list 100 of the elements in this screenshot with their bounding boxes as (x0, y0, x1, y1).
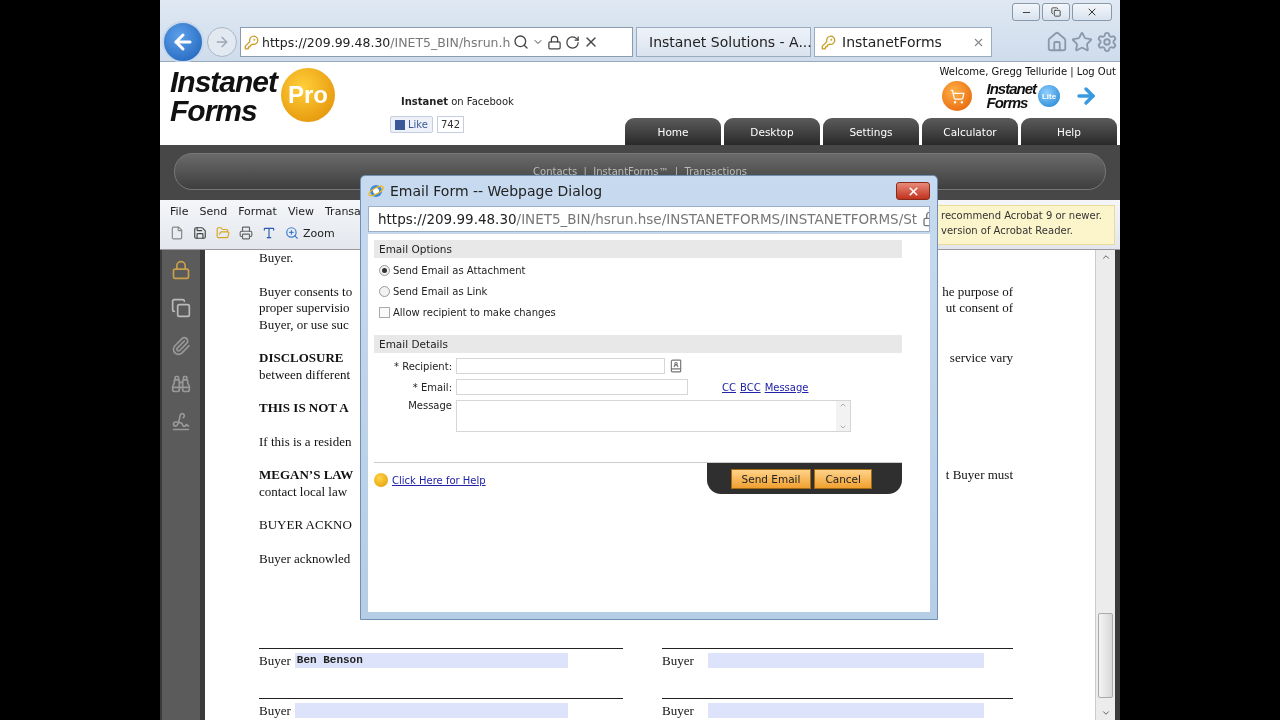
scroll-thumb[interactable] (1098, 613, 1113, 698)
like-button[interactable]: Like (390, 116, 433, 133)
email-link[interactable]: BCC (739, 381, 761, 393)
document-text: between different (259, 366, 351, 383)
radio-button[interactable] (379, 286, 390, 297)
save-icon[interactable] (193, 226, 207, 240)
email-link[interactable]: Message (764, 381, 809, 393)
radio-button[interactable] (379, 265, 390, 276)
section-heading: Email Options (374, 240, 902, 258)
nav-tab[interactable]: Help (1021, 118, 1117, 145)
search-icon[interactable] (513, 34, 530, 50)
like-count: 742 (436, 116, 465, 133)
browser-icon (368, 183, 384, 199)
star-icon[interactable] (1071, 31, 1093, 53)
option-label: Send Email as Attachment (393, 265, 526, 276)
email-link[interactable]: CC (722, 381, 736, 393)
nav-tab[interactable]: Home (625, 118, 721, 145)
checkbox[interactable] (379, 307, 390, 318)
forward-button[interactable] (207, 27, 237, 57)
nav-tab[interactable]: Settings (823, 118, 919, 145)
new-file-icon[interactable] (170, 226, 184, 240)
signature-label: Buyer (662, 703, 694, 716)
lock-icon[interactable] (171, 260, 191, 280)
signature-label: Buyer (259, 653, 291, 666)
document-text: THIS IS NOT A (259, 400, 349, 417)
help-icon (374, 473, 388, 487)
signature-field[interactable] (707, 653, 984, 668)
back-button[interactable] (162, 21, 204, 63)
home-icon[interactable] (1046, 31, 1068, 53)
signature-label: Buyer (259, 703, 291, 716)
facebook-icon (395, 119, 405, 130)
paperclip-icon[interactable] (171, 336, 191, 356)
minimize-button[interactable] (1012, 3, 1040, 21)
document-text: DISCLOSURE (259, 350, 344, 367)
section-heading: Email Details (374, 335, 902, 353)
signature-field[interactable]: Ben Benson (294, 653, 568, 668)
folder-icon[interactable] (216, 226, 230, 240)
print-icon[interactable] (239, 226, 253, 240)
document-text: Buyer, or use suc (259, 316, 349, 333)
scroll-down-icon[interactable] (1100, 708, 1111, 718)
recipient-field[interactable] (456, 358, 665, 374)
key-icon (244, 34, 259, 50)
settings-icon[interactable] (1096, 31, 1118, 53)
cart-icon[interactable] (942, 81, 973, 111)
dialog-button[interactable]: Cancel (814, 468, 872, 489)
scroll-down-icon[interactable] (839, 423, 847, 431)
message-field[interactable] (456, 400, 851, 432)
document-text: proper supervisio (259, 300, 350, 317)
nav-tab[interactable]: Desktop (724, 118, 820, 145)
signature-icon[interactable] (171, 412, 191, 432)
email-field[interactable] (456, 379, 688, 395)
notice-text: recommend Acrobat 9 or newer. (941, 210, 1104, 221)
menu-item[interactable]: Format (238, 205, 277, 218)
field-label: * Email: (411, 381, 452, 393)
zoom-icon[interactable] (285, 226, 299, 240)
dialog-button[interactable]: Send Email (730, 468, 812, 489)
scroll-up-icon[interactable] (1100, 252, 1111, 262)
scrollbar[interactable] (1095, 250, 1115, 720)
browser-tab[interactable]: InstanetForms (814, 27, 992, 57)
restore-button[interactable] (1042, 3, 1070, 21)
signature-label: Buyer (662, 653, 694, 666)
logo-text: Instanet (986, 81, 1036, 96)
arrow-icon[interactable] (1074, 84, 1098, 108)
document-text: he purpose of (942, 283, 1013, 300)
menu-item[interactable]: Send (199, 205, 228, 218)
pages-icon[interactable] (171, 298, 191, 318)
font-icon[interactable] (262, 226, 276, 240)
zoom-label[interactable]: Zoom (303, 226, 335, 240)
menu-item[interactable]: View (287, 205, 314, 218)
address-bar[interactable]: https://209.99.48.30/INET5_BIN/hsrun.h (240, 27, 633, 57)
logo-badge: Lite (1038, 85, 1060, 107)
signature-field[interactable] (294, 703, 568, 718)
notice-text: version of Acrobat Reader. (941, 225, 1075, 236)
option-label: Allow recipient to make changes (393, 307, 556, 318)
document-text: BUYER ACKNO (259, 517, 352, 534)
help-link[interactable]: Click Here for Help (392, 474, 486, 486)
document-text: MEGAN’S LAW (259, 467, 354, 484)
document-text: service vary (949, 350, 1013, 367)
logo-badge: Pro (281, 68, 336, 122)
signature-field[interactable] (707, 703, 984, 718)
close-icon (1086, 6, 1098, 18)
facebook-text: Instanet on Facebook (400, 96, 514, 107)
dialog-address-bar: https://209.99.48.30/INET5_BIN/hsrun.hse/INSTANETFORMS/INSTANETFORMS/St (368, 206, 930, 232)
lock-icon (547, 34, 563, 50)
field-label: * Recipient: (393, 360, 452, 372)
refresh-icon[interactable] (565, 34, 581, 50)
dialog-title: Email Form -- Webpage Dialog (390, 183, 603, 199)
document-text: Buyer acknowled (259, 550, 351, 567)
address-book-icon[interactable] (669, 359, 683, 373)
binoculars-icon[interactable] (171, 374, 191, 394)
logo-text: Forms (986, 96, 1029, 111)
document-text: ut consent of (945, 300, 1013, 317)
scroll-up-icon[interactable] (839, 401, 847, 409)
close-button[interactable] (896, 182, 930, 200)
restore-icon (1051, 7, 1061, 17)
browser-tab[interactable]: Instanet Solutions - A... (636, 27, 811, 57)
menu-item[interactable]: File (170, 205, 189, 218)
menu-item[interactable]: Transa (325, 205, 361, 218)
document-text: If this is a residen (259, 433, 352, 450)
nav-tab[interactable]: Calculator (922, 118, 1018, 145)
